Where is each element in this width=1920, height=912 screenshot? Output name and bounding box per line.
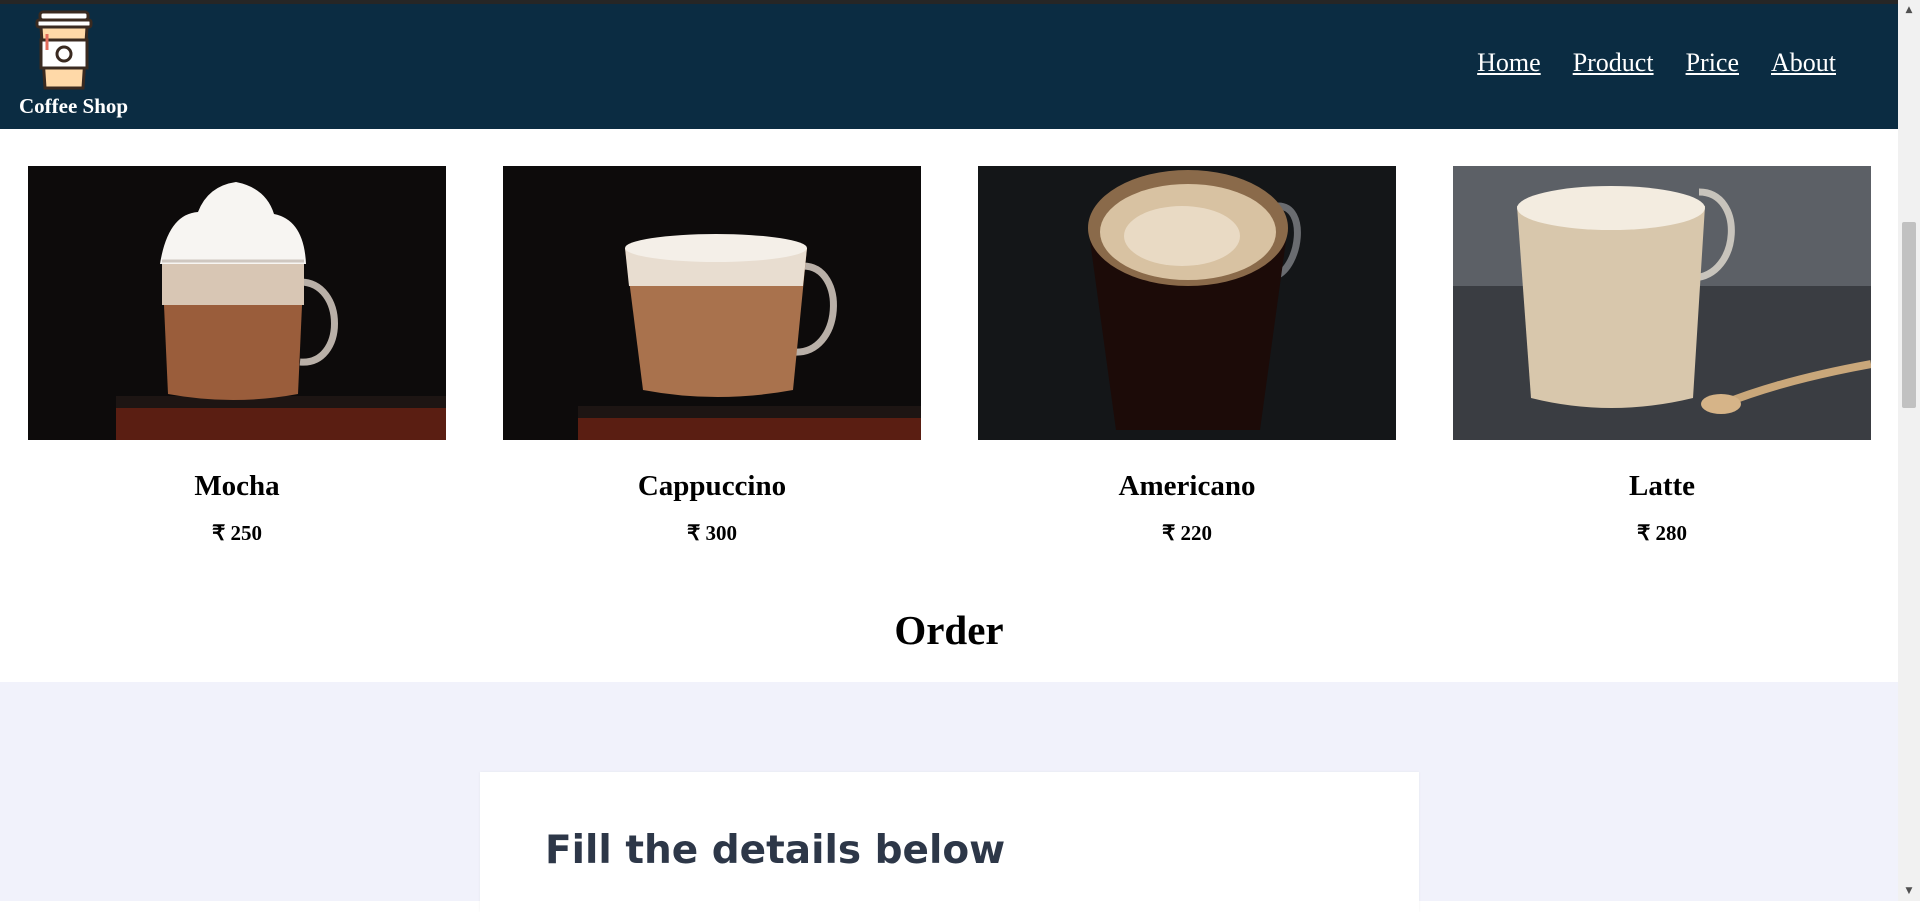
form-title: Fill the details below (545, 828, 1006, 873)
vertical-scrollbar[interactable]: ▲ ▼ (1898, 0, 1920, 901)
product-card-latte[interactable]: Latte ₹ 280 (1453, 166, 1871, 546)
product-name: Cappuccino (637, 470, 787, 502)
product-card-cappuccino[interactable]: Cappuccino ₹ 300 (503, 166, 921, 546)
mocha-glass-image (28, 166, 446, 440)
nav-price-link[interactable]: Price (1686, 48, 1739, 78)
order-heading: Order (894, 607, 1004, 653)
coffee-cup-icon (35, 10, 93, 90)
order-form-section: Fill the details below (0, 682, 1898, 912)
navbar: Coffee Shop Home Product Price About (0, 4, 1898, 129)
nav-home-link[interactable]: Home (1477, 48, 1541, 78)
product-name: Americano (1118, 470, 1256, 502)
scroll-down-arrow-icon[interactable]: ▼ (1898, 881, 1920, 901)
main-nav: Home Product Price About (1477, 48, 1836, 78)
product-price: ₹ 250 (211, 521, 263, 545)
nav-product-link[interactable]: Product (1573, 48, 1654, 78)
order-form-card: Fill the details below (480, 772, 1419, 912)
americano-glass-image (978, 166, 1396, 440)
nav-about-link[interactable]: About (1771, 48, 1836, 78)
product-card-americano[interactable]: Americano ₹ 220 (978, 166, 1396, 546)
scroll-up-arrow-icon[interactable]: ▲ (1898, 0, 1920, 20)
brand-name: Coffee Shop (19, 94, 129, 118)
product-card-mocha[interactable]: Mocha ₹ 250 (28, 166, 446, 546)
cappuccino-glass-image (503, 166, 921, 440)
scrollbar-thumb[interactable] (1902, 222, 1916, 408)
product-name: Latte (1628, 470, 1696, 502)
product-name: Mocha (194, 470, 280, 502)
product-price: ₹ 300 (686, 521, 738, 545)
product-price: ₹ 280 (1636, 521, 1688, 545)
latte-glass-image (1453, 166, 1871, 440)
product-price: ₹ 220 (1161, 521, 1213, 545)
